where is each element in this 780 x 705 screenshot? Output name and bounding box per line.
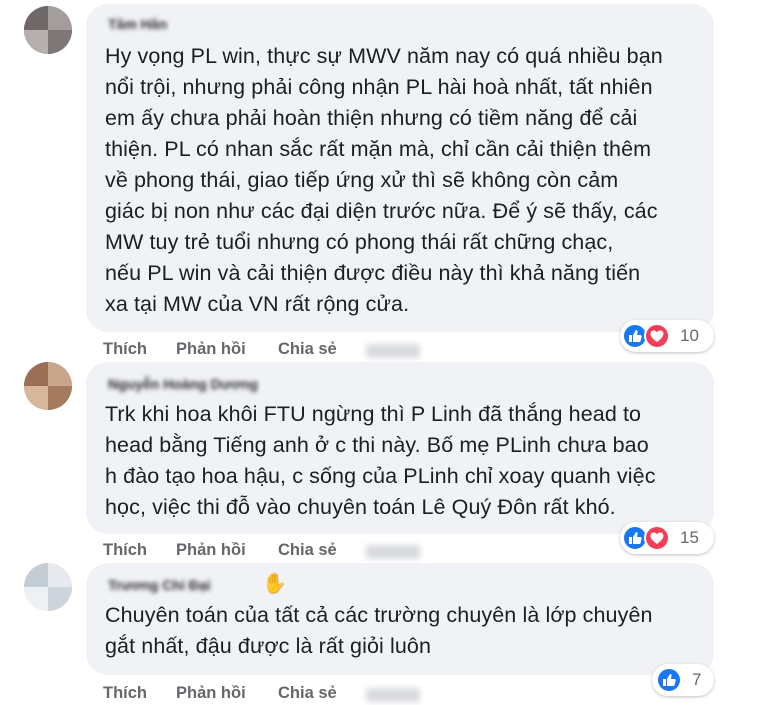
badge-icon: ✋ xyxy=(262,573,287,595)
comment-author[interactable]: Trương Chí Đại xyxy=(108,577,211,593)
timestamp[interactable] xyxy=(366,688,420,702)
share-button[interactable]: Chia sẻ xyxy=(278,684,337,703)
avatar[interactable] xyxy=(24,563,72,611)
comment-3: Trương Chí Đại ✋ Chuyên toán của tất cả … xyxy=(0,0,780,705)
reaction-summary[interactable]: 7 xyxy=(652,664,714,696)
like-icon xyxy=(656,667,682,693)
like-button[interactable]: Thích xyxy=(103,684,147,703)
comment-text: Chuyên toán của tất cả các trường chuyên… xyxy=(105,603,653,658)
reply-button[interactable]: Phản hồi xyxy=(176,684,246,703)
reaction-count: 7 xyxy=(692,670,702,689)
comment-bubble: Trương Chí Đại ✋ Chuyên toán của tất cả … xyxy=(86,563,714,675)
